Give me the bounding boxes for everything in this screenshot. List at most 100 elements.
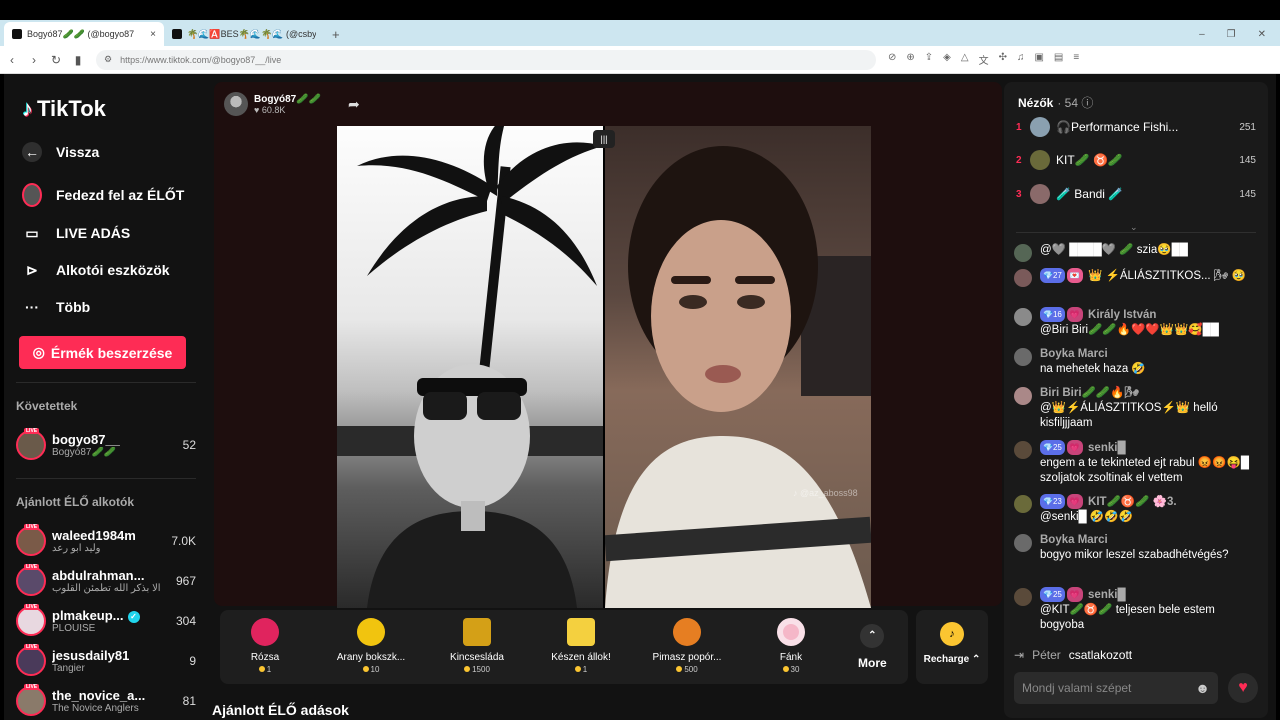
guest-silhouette [605,146,871,608]
gift-item[interactable]: Készen állok! 1 [536,618,626,674]
back-icon[interactable]: ‹ [2,53,22,67]
top-viewer-row[interactable]: 3 🧪 Bandi 🧪 145 [1016,183,1256,205]
bookmark-icon[interactable]: ▮ [68,53,88,67]
share-icon[interactable]: ➦ [348,96,360,113]
tab-close-icon[interactable]: × [150,29,156,40]
new-tab-button[interactable]: + [324,27,348,46]
tab-current[interactable]: Bogyó87🥒🥒 (@bogyo87 × [4,22,164,46]
address-bar[interactable]: ⚙ https://www.tiktok.com/@bogyo87__/live [96,49,876,70]
avatar[interactable] [1014,348,1032,366]
gift-price: 1500 [432,665,522,674]
host-likes: ♥ 60.8K [254,104,286,115]
top-viewer-row[interactable]: 1 🎧Performance Fishi... 251 [1016,116,1256,138]
chat-text: 👑 ⚡ÁLIÁSZTITKOS... 🌬 🥹 [1088,270,1246,282]
following-account[interactable]: LIVE bogyo87__ Bogyó87🥒🥒 52 [16,427,196,463]
emoji-icon[interactable]: ☻ [1195,680,1210,696]
reload-icon[interactable]: ↻ [46,53,66,67]
gift-bar: Rózsa 1 Arany bokszk... 10 Kincsesláda 1… [220,610,908,684]
avatar[interactable] [1014,269,1032,287]
share-page-icon[interactable]: ⇪ [925,52,933,67]
media-icon[interactable]: ♫ [1017,52,1025,67]
username-text: plmakeup... [52,608,124,623]
avatar: LIVE [16,524,46,556]
live-badge: LIVE [24,644,40,650]
fan-badge: 💗 [1066,307,1083,322]
chat-input-placeholder: Mondj valami szépet [1022,681,1132,695]
gift-item[interactable]: Kincsesláda 1500 [432,618,522,674]
avatar[interactable] [1014,308,1032,326]
live-badge: LIVE [24,684,40,690]
level-badge: 💎25 [1040,440,1065,455]
site-info-icon[interactable]: ⚙ [104,54,112,65]
nav-creator-tools[interactable]: ⊳ Alkotói eszközök [22,260,169,280]
top-viewer-row[interactable]: 2 KIT🥒 ♉🥒 145 [1016,149,1256,171]
divider [16,382,196,383]
gift-item[interactable]: Fánk 30 [746,618,836,674]
gift-price: 30 [746,665,836,674]
triangle-icon[interactable]: △ [961,52,969,67]
chat-username[interactable]: KIT🥒♉🥒 🌸3. [1088,496,1177,508]
tab-other[interactable]: 🌴🌊🅰️BES🌴🌊🌴🌊 (@csby01 [164,22,324,46]
forward-icon[interactable]: › [24,53,44,67]
split-screen-icon[interactable]: ||| [593,130,615,148]
recommended-account[interactable]: LIVE abdulrahman... ألا بذكر الله تطمئن … [16,563,196,599]
chat-input[interactable]: Mondj valami szépet ☻ [1014,672,1218,704]
more-gifts-button[interactable]: ⌃ More [858,624,887,670]
avatar[interactable] [1014,534,1032,552]
chat-message: 💎27 💌 👑 ⚡ÁLIÁSZTITKOS... 🌬 🥹 [1014,268,1258,287]
translate-icon[interactable]: 文 [979,52,989,67]
gift-item[interactable]: Arany bokszk... 10 [326,618,416,674]
chat-username[interactable]: senki█ [1088,589,1126,601]
tiktok-logo[interactable]: ♪ TikTok [22,96,106,122]
viewer-count: 7.0K [171,534,196,548]
shield-icon[interactable]: ◈ [943,52,951,67]
nav-back[interactable]: ← Vissza [22,142,99,162]
url-text: https://www.tiktok.com/@bogyo87__/live [120,54,282,65]
avatar[interactable] [1014,387,1032,405]
get-coins-button[interactable]: ◎ Érmék beszerzése [19,336,186,369]
minimize-icon[interactable]: – [1199,29,1205,40]
recommended-account[interactable]: LIVE plmakeup... ✓ PLOUISE 304 [16,603,196,639]
viewer-name: KIT🥒 ♉🥒 [1056,153,1123,167]
zoom-icon[interactable]: ⊕ [906,52,914,67]
viewer-score: 145 [1239,188,1256,200]
live-video[interactable]: ||| ♪ @az_aboss98 [337,126,871,608]
gift-price-value: 10 [370,665,380,674]
gift-item[interactable]: Rózsa 1 [220,618,310,674]
close-window-icon[interactable]: ✕ [1258,29,1266,40]
chat-username[interactable]: Boyka Marci [1040,534,1108,546]
recommended-account[interactable]: LIVE jesusdaily81 Tangier 9 [16,643,196,679]
joined-user[interactable]: Péter [1032,648,1061,662]
recharge-button[interactable]: ♪ Recharge ⌃ [916,610,988,684]
like-heart-button[interactable]: ♥ [1228,673,1258,703]
host-avatar[interactable] [224,92,248,116]
chat-username[interactable]: Király István [1088,309,1156,321]
avatar[interactable] [1014,495,1032,513]
chat-username[interactable]: senki█ [1088,442,1126,454]
viewer-name: 🎧Performance Fishi... [1056,120,1179,134]
puzzle-icon[interactable]: ✣ [999,52,1007,67]
host-info[interactable]: Bogyó87🥒🥒 ♥ 60.8K [224,92,321,116]
browser-toolbar: ‹ › ↻ ▮ ⚙ https://www.tiktok.com/@bogyo8… [0,46,1280,74]
wallet-icon[interactable]: ▤ [1054,52,1063,67]
reader-icon[interactable]: ⊘ [888,52,896,67]
avatar[interactable] [1014,244,1032,262]
menu-icon[interactable]: ≡ [1073,52,1079,67]
gift-item[interactable]: Pimasz popór... 500 [642,618,732,674]
restore-icon[interactable]: ❐ [1227,29,1236,40]
divider [16,478,196,479]
sidebar-icon[interactable]: ▣ [1034,52,1043,67]
rose-gift-icon [251,618,279,646]
nav-more[interactable]: ··· Több [22,297,90,317]
gift-price: 1 [220,665,310,674]
recommended-account[interactable]: LIVE waleed1984m وليد ابو رعد 7.0K [16,523,196,559]
avatar[interactable] [1014,588,1032,606]
chat-username[interactable]: Biri Biri🥒🥒🔥🌬 [1040,387,1139,399]
avatar[interactable] [1014,441,1032,459]
viewers-header[interactable]: Nézők · 54 ⓘ [1018,94,1093,111]
live-badge: LIVE [24,428,40,434]
recommended-account[interactable]: LIVE the_novice_a... The Novice Anglers … [16,683,196,719]
nav-explore-live[interactable]: Fedezd fel az ÉLŐT [22,183,184,207]
chat-username[interactable]: Boyka Marci [1040,348,1108,360]
nav-go-live[interactable]: ▭ LIVE ADÁS [22,223,130,243]
